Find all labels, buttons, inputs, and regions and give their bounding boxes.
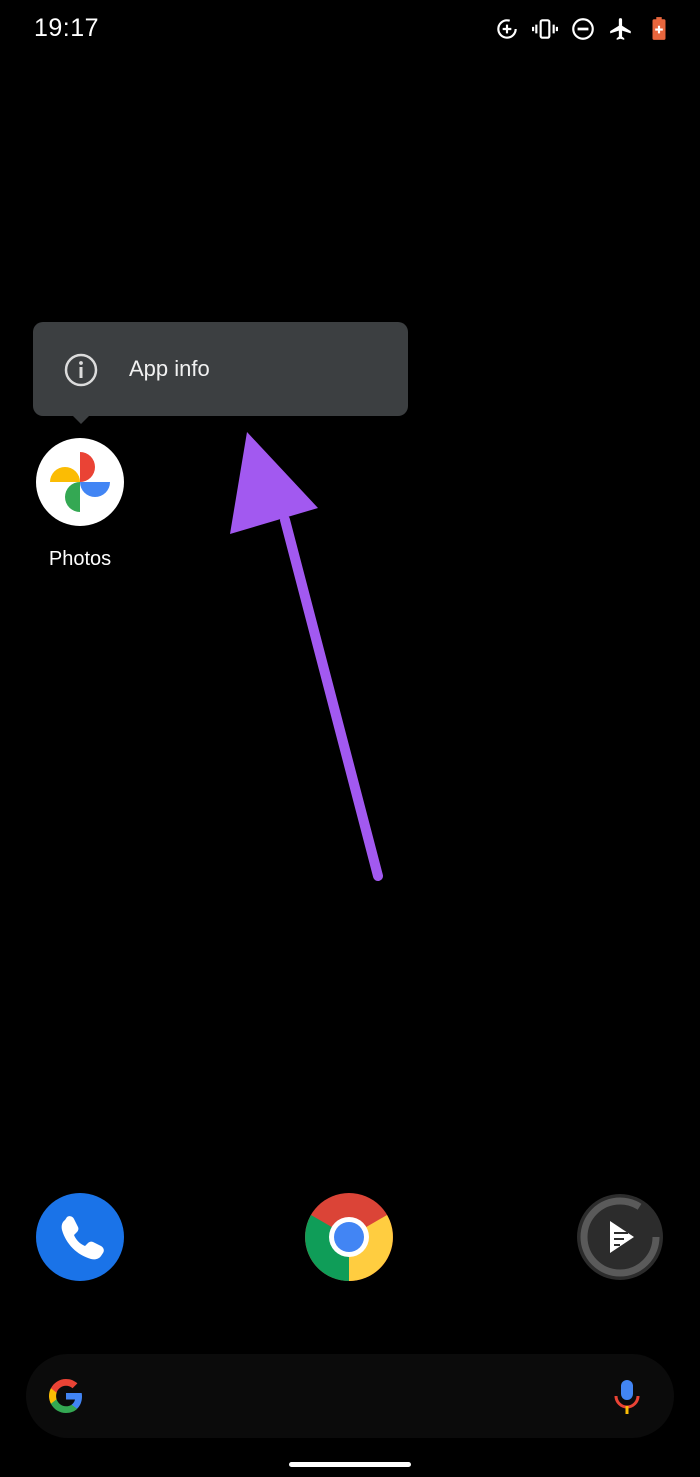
media-app-icon [577,1194,663,1280]
google-g-icon [49,1379,82,1413]
vibrate-icon [532,19,558,39]
google-photos-icon [36,438,124,526]
photos-app[interactable]: Photos [24,438,136,571]
app-info-label: App info [129,356,210,381]
app-shortcut-popup: App info [33,322,408,416]
app-info-menu-item[interactable]: App info [33,322,408,416]
status-bar: 19:17 [0,0,700,60]
microphone-icon[interactable] [612,1378,642,1416]
battery-saver-icon [652,17,666,40]
chrome-app[interactable] [305,1193,393,1281]
status-time: 19:17 [34,14,100,42]
phone-app[interactable] [36,1193,124,1281]
status-icons [494,14,672,44]
info-icon [64,353,98,387]
popup-pointer [72,415,90,424]
google-search-bar[interactable] [26,1354,674,1438]
navigation-handle[interactable] [289,1462,411,1467]
airplane-mode-icon [610,18,631,40]
chrome-icon [305,1193,393,1281]
phone-icon [61,1216,104,1260]
photos-label: Photos [48,548,112,570]
data-saver-icon [497,19,517,39]
do-not-disturb-icon [572,18,594,40]
media-app[interactable] [576,1193,664,1281]
